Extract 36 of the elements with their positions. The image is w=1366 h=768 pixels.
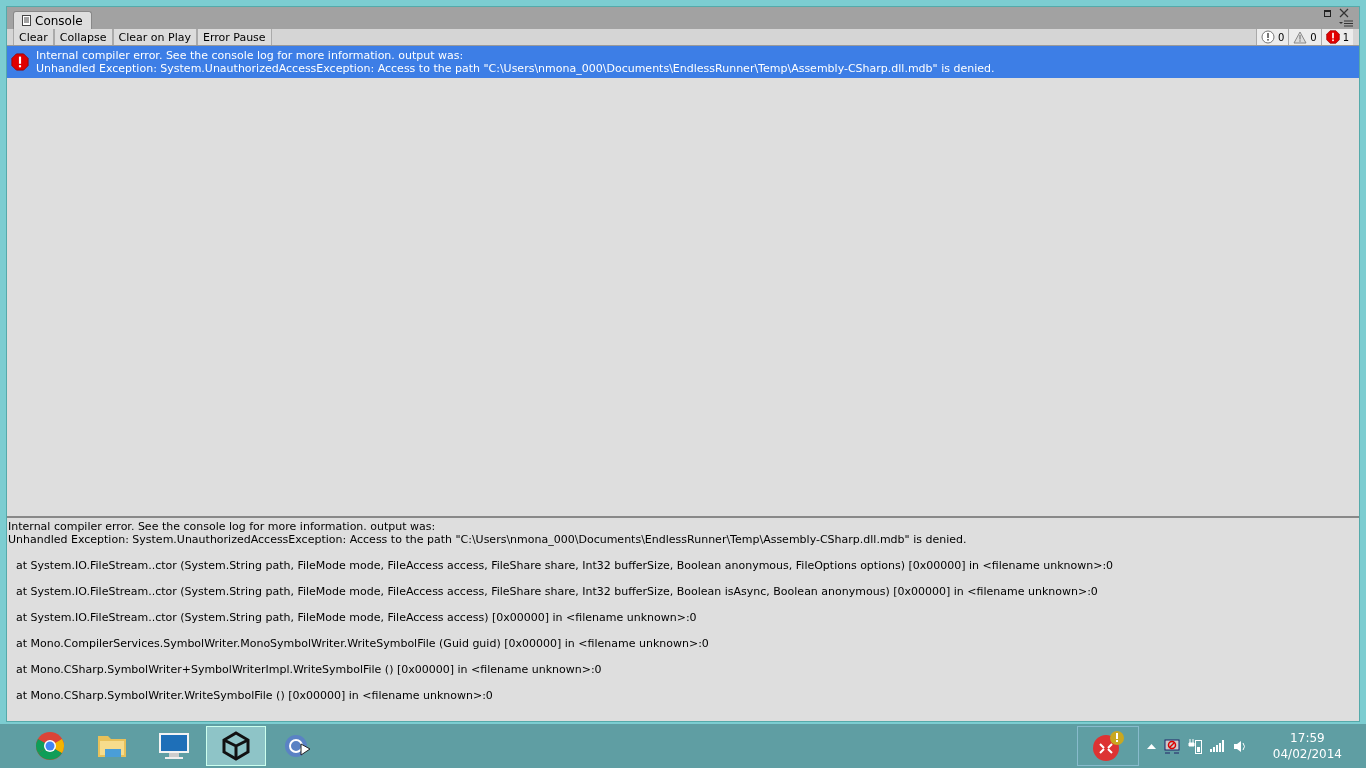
counter-toggle[interactable]: 0 (1288, 29, 1321, 45)
toolbar-button[interactable]: Collapse (53, 29, 113, 45)
stack-trace-line: at Mono.CompilerServices.SymbolWriter.MonoSymbolWriter.WriteSymbolFile (Guid guid) [0x00000] in <filename unknown>:0 (15, 637, 709, 650)
close-icon[interactable] (1339, 8, 1349, 18)
error-icon (11, 53, 29, 71)
toolbar-button[interactable]: Clear (13, 29, 54, 45)
stack-trace-line: at Mono.CSharp.SymbolWriter+SymbolWriterImpl.WriteSymbolFile () [0x00000] in <filename unknown>:0 (15, 663, 602, 676)
cube-logo-icon (221, 731, 251, 761)
stack-trace-line: at System.IO.FileStream..ctor (System.String path, FileMode mode, FileAccess access) [0x00000] in <filename unknown>:0 (15, 611, 697, 624)
log-message: Internal compiler error. See the console log for more information. output was: (36, 49, 465, 62)
stack-trace-line: at Mono.CSharp.SymbolWriter.WriteSymbolFile () [0x00000] in <filename unknown>:0 (15, 689, 493, 702)
app-warning-icon[interactable] (1090, 730, 1125, 762)
toolbar-button[interactable]: Clear on Play (112, 29, 197, 45)
caret-up-icon[interactable] (1146, 743, 1156, 749)
detail-message: Unhandled Exception: System.UnauthorizedAccessException: Access to the path "C:\Users\nmona_000\Documents\EndlessRunner\Temp\Assembly-CSharp.dll.mdb" is denied. (8, 533, 967, 546)
log-message: Unhandled Exception: System.UnauthorizedAccessException: Access to the path "C:\Users\nmona_000\Documents\EndlessRunner\Temp\Assembly-CSharp.dll.mdb" is denied. (36, 62, 995, 75)
console-tab[interactable]: Console (13, 11, 92, 29)
stack-trace-line: at System.IO.FileStream..ctor (System.String path, FileMode mode, FileAccess access, FileShare share, Int32 bufferSize, Boolean anonymous, FileOptions options) [0x00000] in <filename unknown>:0 (15, 559, 1114, 572)
toolbar-button[interactable]: Error Pause (196, 29, 272, 45)
speaker-icon[interactable] (1232, 739, 1247, 753)
detail-message: Internal compiler error. See the console log for more information. output was: (8, 520, 436, 533)
info-icon (1260, 30, 1275, 44)
counter-toggle[interactable]: 0 (1255, 29, 1289, 45)
browser-icon (35, 731, 65, 761)
monitor-icon (158, 731, 190, 761)
taskbar-app-button[interactable] (206, 726, 266, 766)
battery-icon[interactable] (1187, 738, 1202, 754)
menu-icon[interactable] (1339, 20, 1353, 27)
error-icon (1325, 30, 1340, 44)
counter-toggle[interactable]: 1 (1320, 29, 1353, 45)
blocked-display-icon[interactable] (1163, 738, 1180, 754)
document-icon (22, 15, 31, 26)
stack-trace-line: at System.IO.FileStream..ctor (System.String path, FileMode mode, FileAccess access, FileShare share, Int32 bufferSize, Boolean isAsync, Boolean anonymous) [0x00000] in <filename unknown>:0 (15, 585, 1098, 598)
maximize-icon[interactable] (1324, 10, 1331, 17)
signal-icon[interactable] (1209, 740, 1225, 752)
log-entry[interactable] (7, 46, 1359, 78)
